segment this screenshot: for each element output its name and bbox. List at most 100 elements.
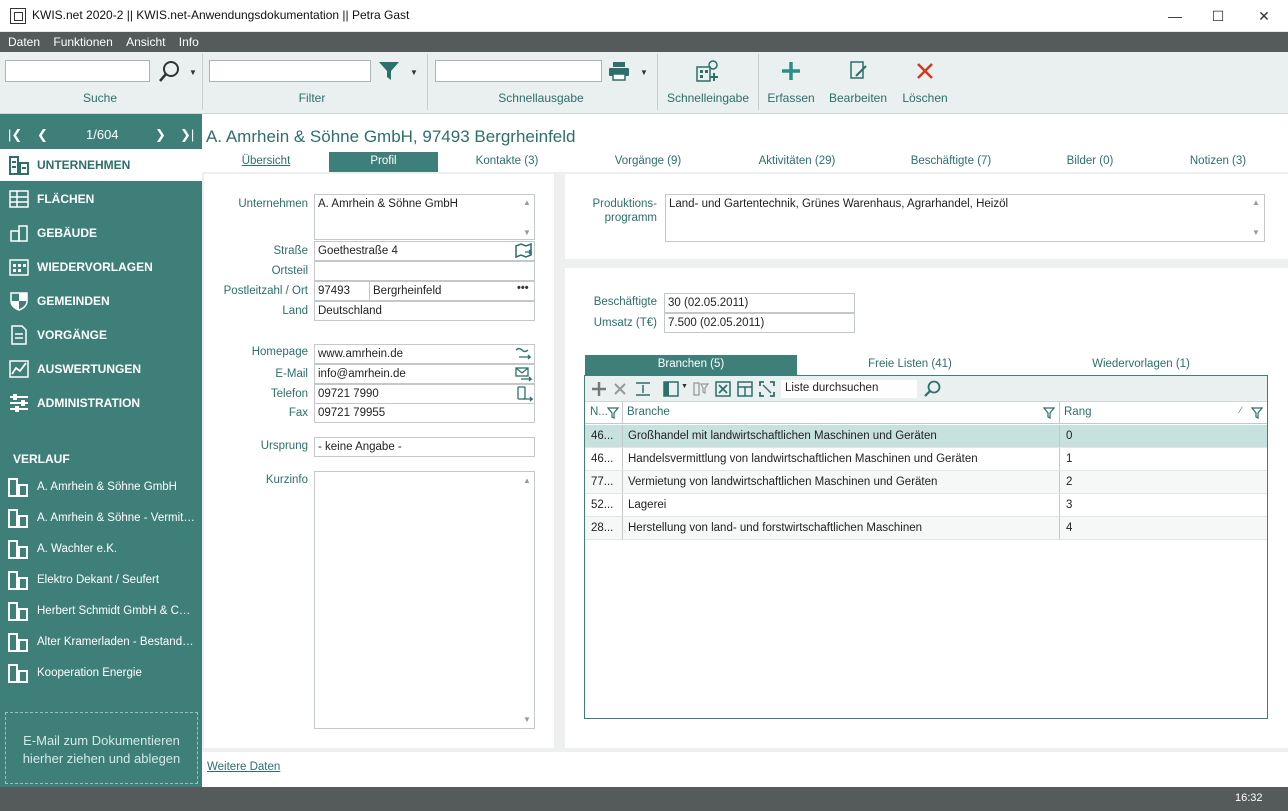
call-phone-icon[interactable] bbox=[515, 386, 533, 402]
table-row[interactable]: 28... Herstellung von land- und forstwir… bbox=[585, 517, 1267, 540]
open-website-icon[interactable] bbox=[515, 346, 533, 362]
tab-notizen[interactable]: Notizen (3) bbox=[1178, 152, 1258, 172]
more-options-icon[interactable]: ••• bbox=[517, 282, 529, 294]
scroll-up-icon[interactable]: ▲ bbox=[522, 476, 532, 485]
columns-icon[interactable] bbox=[663, 381, 679, 397]
table-row[interactable]: 52... Lagerei 3 bbox=[585, 494, 1267, 517]
scroll-up-icon[interactable]: ▲ bbox=[1251, 198, 1261, 207]
tab-vorgaenge[interactable]: Vorgänge (9) bbox=[602, 152, 694, 172]
printer-icon[interactable] bbox=[608, 61, 630, 81]
nav-wiedervorlagen[interactable]: WIEDERVORLAGEN bbox=[0, 251, 202, 283]
create-button[interactable]: Erfassen bbox=[764, 56, 818, 105]
scroll-down-icon[interactable]: ▼ bbox=[1251, 228, 1261, 237]
fullscreen-icon[interactable] bbox=[759, 381, 775, 397]
first-record-icon[interactable]: |❮ bbox=[8, 127, 22, 143]
column-header-rang[interactable]: Rang bbox=[1064, 406, 1092, 418]
homepage-field[interactable]: www.amrhein.de bbox=[314, 344, 535, 364]
quickentry-button[interactable]: Schnelleingabe bbox=[662, 56, 754, 105]
kurzinfo-field[interactable] bbox=[314, 471, 535, 729]
nav-auswertungen[interactable]: AUSWERTUNGEN bbox=[0, 353, 202, 385]
remove-row-icon[interactable] bbox=[613, 382, 627, 396]
nav-flaechen[interactable]: FLÄCHEN bbox=[0, 183, 202, 215]
ort-field[interactable]: Bergrheinfeld bbox=[369, 281, 535, 301]
table-row[interactable]: 77... Vermietung von landwirtschaftliche… bbox=[585, 471, 1267, 494]
history-item[interactable]: Elektro Dekant / Seufert bbox=[0, 567, 202, 593]
send-email-icon[interactable] bbox=[515, 366, 533, 382]
delete-button[interactable]: Löschen bbox=[898, 56, 952, 105]
close-window-button[interactable]: ✕ bbox=[1249, 4, 1279, 28]
ursprung-select[interactable]: - keine Angabe - bbox=[314, 437, 535, 457]
tab-wiedervorlagen[interactable]: Wiedervorlagen (1) bbox=[1041, 355, 1241, 375]
history-item[interactable]: Alter Kramerladen - Bestandspflege bbox=[0, 629, 202, 655]
weitere-daten-link[interactable]: Weitere Daten bbox=[207, 761, 280, 773]
table-icon[interactable] bbox=[737, 381, 753, 397]
table-row[interactable]: 46... Handelsvermittlung von landwirtsch… bbox=[585, 448, 1267, 471]
scroll-up-icon[interactable]: ▲ bbox=[522, 198, 532, 207]
column-filter-icon[interactable] bbox=[607, 407, 619, 419]
minimize-button[interactable]: — bbox=[1160, 4, 1190, 28]
table-row[interactable]: 46... Großhandel mit landwirtschaftliche… bbox=[585, 425, 1267, 448]
history-item[interactable]: A. Wachter e.K. bbox=[0, 536, 202, 562]
search-icon[interactable] bbox=[157, 60, 181, 84]
email-dropzone[interactable]: E-Mail zum Dokumentieren hierher ziehen … bbox=[5, 712, 198, 784]
print-dropdown-caret[interactable]: ▼ bbox=[640, 68, 648, 77]
last-record-icon[interactable]: ❯| bbox=[180, 127, 194, 143]
column-header-n[interactable]: N... bbox=[590, 406, 608, 418]
grid-search-icon[interactable] bbox=[923, 380, 941, 398]
search-input[interactable] bbox=[5, 60, 150, 82]
umsatz-field[interactable]: 7.500 (02.05.2011) bbox=[664, 313, 855, 333]
previous-record-icon[interactable]: ❮ bbox=[37, 127, 48, 143]
nav-gemeinden[interactable]: GEMEINDEN bbox=[0, 285, 202, 317]
history-item[interactable]: A. Amrhein & Söhne GmbH bbox=[0, 474, 202, 500]
edit-button[interactable]: Bearbeiten bbox=[826, 56, 890, 105]
strasse-field[interactable]: Goethestraße 4 bbox=[314, 241, 535, 261]
menu-ansicht[interactable]: Ansicht bbox=[126, 35, 165, 49]
maximize-button[interactable]: ☐ bbox=[1203, 4, 1233, 28]
email-field[interactable]: info@amrhein.de bbox=[314, 364, 535, 384]
sort-ascending-icon[interactable]: ⁄ bbox=[1240, 405, 1242, 415]
align-icon[interactable] bbox=[635, 381, 651, 397]
quickprint-input[interactable] bbox=[435, 60, 602, 82]
tab-aktivitaeten[interactable]: Aktivitäten (29) bbox=[747, 152, 847, 172]
add-row-icon[interactable] bbox=[591, 381, 607, 397]
column-header-branche[interactable]: Branche bbox=[627, 406, 670, 418]
produktionsprogramm-field[interactable]: Land- und Gartentechnik, Grünes Warenhau… bbox=[665, 194, 1265, 242]
tab-branchen[interactable]: Branchen (5) bbox=[585, 355, 797, 375]
search-dropdown-caret[interactable]: ▼ bbox=[189, 68, 197, 77]
land-field[interactable]: Deutschland bbox=[314, 301, 535, 321]
tab-profil[interactable]: Profil bbox=[329, 152, 438, 172]
filter-dropdown-caret[interactable]: ▼ bbox=[410, 68, 418, 77]
fax-field[interactable]: 09721 79955 bbox=[314, 403, 535, 423]
tab-freie-listen[interactable]: Freie Listen (41) bbox=[807, 355, 1013, 375]
ortsteil-field[interactable] bbox=[314, 261, 535, 281]
menu-daten[interactable]: Daten bbox=[8, 35, 40, 49]
menu-info[interactable]: Info bbox=[179, 35, 199, 49]
unternehmen-field[interactable]: A. Amrhein & Söhne GmbH bbox=[314, 194, 535, 240]
menu-funktionen[interactable]: Funktionen bbox=[53, 35, 112, 49]
column-filter-icon[interactable] bbox=[1251, 407, 1263, 419]
plz-field[interactable]: 97493 bbox=[314, 281, 370, 301]
nav-gebaeude[interactable]: GEBÄUDE bbox=[0, 217, 202, 249]
history-item[interactable]: A. Amrhein & Söhne - Vermittlungs bbox=[0, 505, 202, 531]
tab-uebersicht[interactable]: Übersicht bbox=[222, 152, 310, 172]
columns-caret[interactable]: ▼ bbox=[681, 383, 688, 390]
beschaeftigte-field[interactable]: 30 (02.05.2011) bbox=[664, 293, 855, 313]
excel-export-icon[interactable] bbox=[715, 381, 731, 397]
nav-unternehmen[interactable]: UNTERNEHMEN bbox=[0, 149, 202, 181]
history-item[interactable]: Herbert Schmidt GmbH & Co. KG bbox=[0, 598, 202, 624]
tab-bilder[interactable]: Bilder (0) bbox=[1054, 152, 1126, 172]
map-icon[interactable] bbox=[515, 243, 533, 259]
tab-beschaeftigte[interactable]: Beschäftigte (7) bbox=[900, 152, 1002, 172]
filter-input[interactable] bbox=[209, 60, 371, 82]
nav-vorgaenge[interactable]: VORGÄNGE bbox=[0, 319, 202, 351]
grid-search-input[interactable]: Liste durchsuchen bbox=[781, 380, 917, 398]
scroll-down-icon[interactable]: ▼ bbox=[522, 228, 532, 237]
history-item[interactable]: Kooperation Energie bbox=[0, 660, 202, 686]
scroll-down-icon[interactable]: ▼ bbox=[522, 715, 532, 724]
column-filter-icon[interactable] bbox=[1043, 407, 1055, 419]
nav-administration[interactable]: ADMINISTRATION bbox=[0, 387, 202, 419]
tab-kontakte[interactable]: Kontakte (3) bbox=[460, 152, 554, 172]
filter-icon[interactable] bbox=[378, 60, 400, 82]
clear-filter-icon[interactable] bbox=[693, 381, 709, 397]
telefon-field[interactable]: 09721 7990 bbox=[314, 384, 535, 404]
